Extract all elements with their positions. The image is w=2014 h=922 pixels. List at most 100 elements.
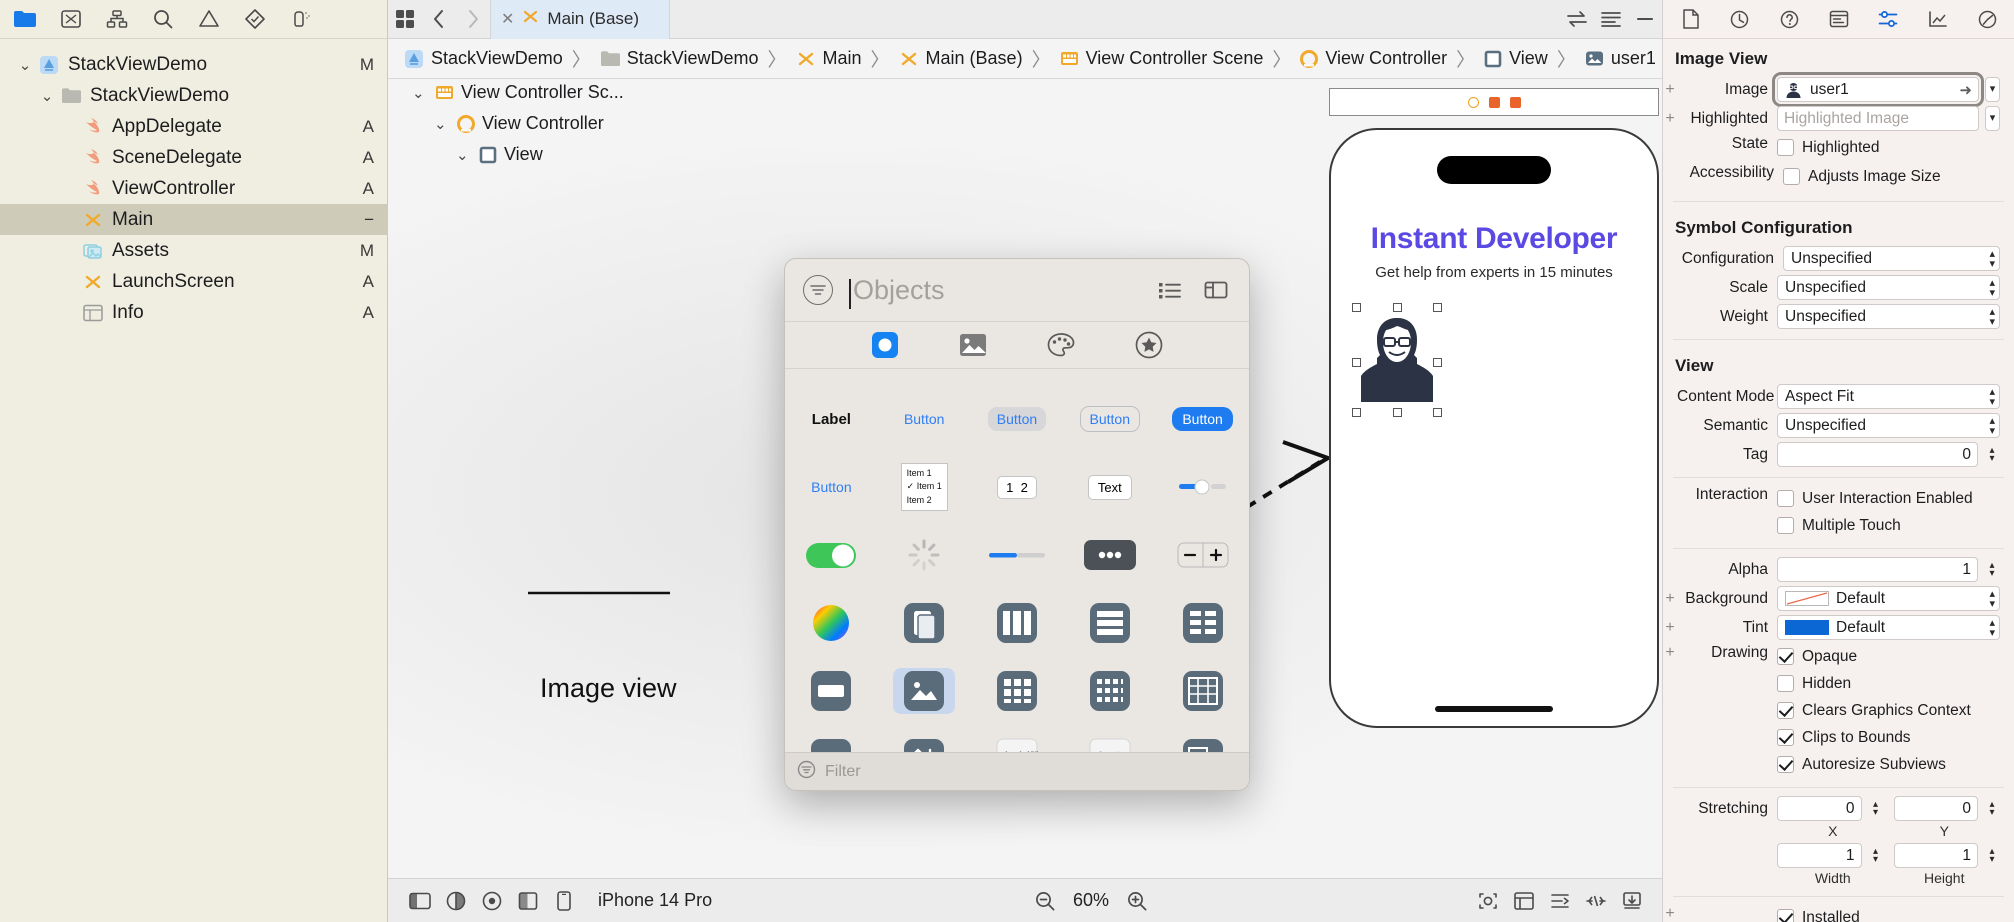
chevron-down-icon[interactable]: ▾ xyxy=(1985,77,2000,102)
library-item-columns[interactable] xyxy=(971,600,1064,646)
multiple-touch-checkbox[interactable] xyxy=(1777,517,1794,534)
navigator-item-stackviewdemo[interactable]: ⌄StackViewDemoM xyxy=(0,49,388,80)
chevron-updown-icon[interactable]: ▴▾ xyxy=(1989,618,1995,638)
checkbox-row-multiple-touch[interactable]: Multiple Touch xyxy=(1777,513,1901,538)
breadcrumb-item-stackviewdemo[interactable]: StackViewDemo xyxy=(600,48,759,69)
history-inspector-icon[interactable] xyxy=(1725,6,1755,32)
sidebar-toggle-icon[interactable] xyxy=(402,884,438,918)
library-item-toggle[interactable] xyxy=(1156,464,1249,510)
checkbox-row-highlighted[interactable]: Highlighted xyxy=(1777,135,1880,160)
resize-handle-s[interactable] xyxy=(1393,408,1402,417)
embed-icon[interactable] xyxy=(1578,884,1614,918)
content-mode-select[interactable]: Aspect Fit▴▾ xyxy=(1777,384,2000,409)
breadcrumb-item-main-base-[interactable]: Main (Base) xyxy=(899,48,1023,69)
zoom-level-value[interactable]: 60% xyxy=(1073,890,1109,911)
palette-icon[interactable] xyxy=(1045,329,1077,361)
chevron-updown-icon[interactable]: ▴▾ xyxy=(1989,278,1995,298)
library-item-collection-2[interactable] xyxy=(1063,668,1156,714)
navigator-item-launchscreen[interactable]: LaunchScreenA xyxy=(0,266,388,297)
selected-image-view[interactable] xyxy=(1357,308,1437,412)
image-combo[interactable]: user1➜ xyxy=(1777,77,1979,102)
library-item-pages[interactable] xyxy=(878,600,971,646)
library-item-table-2[interactable] xyxy=(1156,668,1249,714)
resolve-icon[interactable] xyxy=(1542,884,1578,918)
chevron-updown-icon[interactable]: ▴▾ xyxy=(1989,589,1995,609)
outline-item-view-controller[interactable]: ⌄View Controller xyxy=(402,108,732,139)
breadcrumb-item-view-controller-scene[interactable]: View Controller Scene xyxy=(1060,48,1264,69)
navigator-item-scenedelegate[interactable]: SceneDelegateA xyxy=(0,142,388,173)
photo-icon[interactable] xyxy=(957,329,989,361)
navigator-item-viewcontroller[interactable]: ViewControllerA xyxy=(0,173,388,204)
chevron-right-icon[interactable] xyxy=(456,4,490,34)
chevron-updown-icon[interactable]: ▴▾ xyxy=(1989,387,1995,407)
blue-square-icon[interactable] xyxy=(869,329,901,361)
opaque-checkbox[interactable] xyxy=(1777,648,1794,665)
library-item-table[interactable] xyxy=(1063,600,1156,646)
document-outline[interactable]: ⌄View Controller Sc...⌄View Controller⌄V… xyxy=(402,77,732,170)
library-search-input[interactable]: Objects xyxy=(849,275,1139,306)
stretching-width-input[interactable]: 1 xyxy=(1777,843,1862,868)
checkbox-row-adjusts-image-size[interactable]: Adjusts Image Size xyxy=(1783,164,1941,189)
file-inspector-icon[interactable] xyxy=(1675,6,1705,32)
breadcrumb-item-view[interactable]: View xyxy=(1484,48,1548,69)
add-variation-button[interactable]: + xyxy=(1663,905,1677,922)
disclosure-triangle[interactable]: ⌄ xyxy=(412,84,428,102)
library-item-item-1[interactable]: Item 1✓ Item 1Item 2 xyxy=(878,464,971,510)
outline-item-view-controller-sc-[interactable]: ⌄View Controller Sc... xyxy=(402,77,732,108)
add-variation-button[interactable]: + xyxy=(1663,110,1677,128)
search-icon[interactable] xyxy=(150,6,176,32)
chevron-updown-icon[interactable]: ▴▾ xyxy=(1989,249,1995,269)
folder-icon[interactable] xyxy=(12,6,38,32)
hierarchy-icon[interactable] xyxy=(104,6,130,32)
stretching-width-stepper[interactable]: ▴▾ xyxy=(1868,848,1884,864)
help-inspector-icon[interactable] xyxy=(1774,6,1804,32)
library-item-label[interactable]: Label xyxy=(785,396,878,442)
source-control-icon[interactable] xyxy=(58,6,84,32)
inspector-content[interactable]: Image View+Imageuser1➜▾+HighlightedHighl… xyxy=(1663,39,2014,922)
add-variation-button[interactable]: + xyxy=(1663,590,1677,608)
breadcrumb-item-view-controller[interactable]: View Controller xyxy=(1300,48,1447,69)
resize-handle-w[interactable] xyxy=(1352,358,1361,367)
resize-handle-n[interactable] xyxy=(1393,303,1402,312)
resize-handle-nw[interactable] xyxy=(1352,303,1361,312)
breadcrumb-item-stackviewdemo[interactable]: StackViewDemo xyxy=(404,48,563,69)
pin-icon[interactable] xyxy=(474,884,510,918)
library-item-stepper[interactable] xyxy=(1156,532,1249,578)
checkbox-row-installed[interactable]: Installed xyxy=(1777,905,1860,922)
highlighted-checkbox[interactable] xyxy=(1777,139,1794,156)
connections-inspector-icon[interactable] xyxy=(1972,6,2002,32)
tint-color-select[interactable]: Default▴▾ xyxy=(1777,615,2000,640)
disclosure-triangle[interactable]: ⌄ xyxy=(14,56,36,74)
navigator-item-stackviewdemo[interactable]: ⌄StackViewDemo xyxy=(0,80,388,111)
library-item-button[interactable]: Button xyxy=(785,464,878,510)
swap-editor-icon[interactable] xyxy=(1560,4,1594,34)
library-category-tabs[interactable] xyxy=(785,321,1249,369)
navigator-item-assets[interactable]: AssetsM xyxy=(0,235,388,266)
resize-handle-sw[interactable] xyxy=(1352,408,1361,417)
stretching-height-input[interactable]: 1 xyxy=(1894,843,1979,868)
add-constraint-icon[interactable] xyxy=(1614,884,1650,918)
device-name-label[interactable]: iPhone 14 Pro xyxy=(598,890,712,911)
disclosure-triangle[interactable]: ⌄ xyxy=(434,115,450,133)
chevron-updown-icon[interactable]: ▴▾ xyxy=(1989,307,1995,327)
library-item-switch[interactable] xyxy=(785,532,878,578)
navigator-file-tree[interactable]: ⌄StackViewDemoM⌄StackViewDemoAppDelegate… xyxy=(0,39,388,922)
tag-stepper[interactable]: ▴▾ xyxy=(1984,447,2000,463)
stretching-y-input[interactable]: 0 xyxy=(1894,796,1979,821)
device-icon[interactable] xyxy=(546,884,582,918)
background-color-select[interactable]: Default▴▾ xyxy=(1777,586,2000,611)
warning-icon[interactable] xyxy=(196,6,222,32)
library-item-button-fill[interactable]: Button xyxy=(1156,396,1249,442)
library-item-grid[interactable] xyxy=(1156,600,1249,646)
filter-icon[interactable] xyxy=(803,275,833,305)
adjusts-image-size-checkbox[interactable] xyxy=(1783,168,1800,185)
close-icon[interactable]: ✕ xyxy=(501,9,514,29)
resize-handle-ne[interactable] xyxy=(1433,303,1442,312)
tag-input[interactable]: 0 xyxy=(1777,442,1978,467)
clears-graphics-context-checkbox[interactable] xyxy=(1777,702,1794,719)
stretching-height-stepper[interactable]: ▴▾ xyxy=(1984,848,2000,864)
library-item-button-out[interactable]: Button xyxy=(1063,396,1156,442)
chevron-down-icon[interactable]: ▾ xyxy=(1985,106,2000,131)
scale-select[interactable]: Unspecified▴▾ xyxy=(1777,275,2000,300)
debug-icon[interactable] xyxy=(288,6,314,32)
